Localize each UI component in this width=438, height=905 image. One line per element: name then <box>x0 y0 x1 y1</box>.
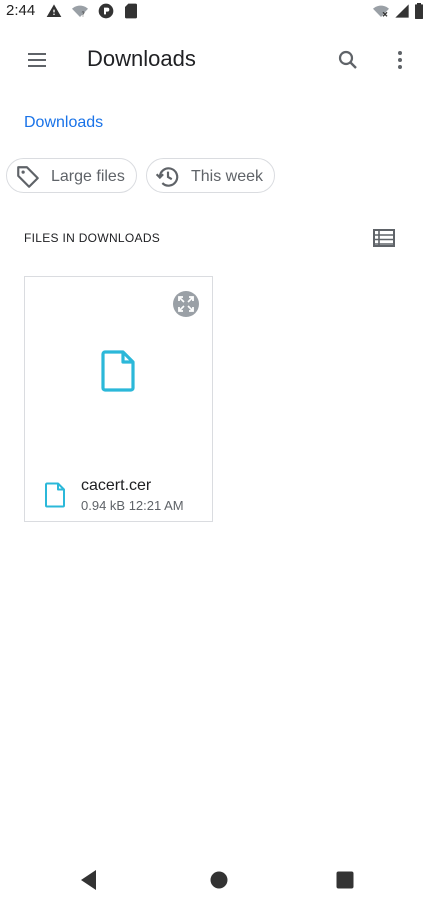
back-icon[interactable] <box>74 865 104 895</box>
recents-icon[interactable] <box>330 865 360 895</box>
list-view-icon <box>373 229 395 247</box>
page-title: Downloads <box>87 46 196 71</box>
document-thumbnail-icon <box>101 350 135 392</box>
wifi-off-icon <box>373 5 389 17</box>
tag-icon <box>17 166 39 188</box>
status-right-icons <box>372 3 432 21</box>
breadcrumb[interactable]: Downloads <box>24 114 103 132</box>
signal-icon <box>395 4 409 18</box>
file-name: cacert.cer <box>81 477 152 494</box>
wifi-question-icon: ? <box>72 5 88 18</box>
history-icon <box>155 167 179 187</box>
navigation-bar <box>0 855 438 905</box>
file-card[interactable]: cacert.cer 0.94 kB 12:21 AM <box>24 276 213 522</box>
view-toggle-button[interactable] <box>362 216 406 260</box>
document-icon <box>45 482 65 508</box>
chip-label: This week <box>191 168 264 185</box>
menu-button[interactable] <box>13 36 61 84</box>
file-meta: 0.94 kB 12:21 AM <box>81 498 184 513</box>
home-icon[interactable] <box>204 865 234 895</box>
more-options-button[interactable] <box>376 36 424 84</box>
status-bar: 2:44 ? <box>0 0 438 24</box>
warning-icon <box>46 4 62 17</box>
hamburger-menu-icon <box>28 53 46 67</box>
app-notification-icon <box>98 3 114 19</box>
search-button[interactable] <box>324 36 372 84</box>
section-header: FILES IN DOWNLOADS <box>24 231 161 245</box>
battery-icon <box>415 3 423 19</box>
app-bar: Downloads <box>0 24 438 96</box>
svg-text:?: ? <box>81 10 85 18</box>
expand-icon[interactable] <box>171 289 201 319</box>
more-vert-icon <box>398 51 402 69</box>
chip-this-week[interactable]: This week <box>146 158 275 193</box>
chip-large-files[interactable]: Large files <box>6 158 137 193</box>
status-time: 2:44 <box>6 2 36 19</box>
search-icon <box>338 50 357 69</box>
chip-label: Large files <box>51 168 125 185</box>
sd-card-icon <box>125 3 137 19</box>
